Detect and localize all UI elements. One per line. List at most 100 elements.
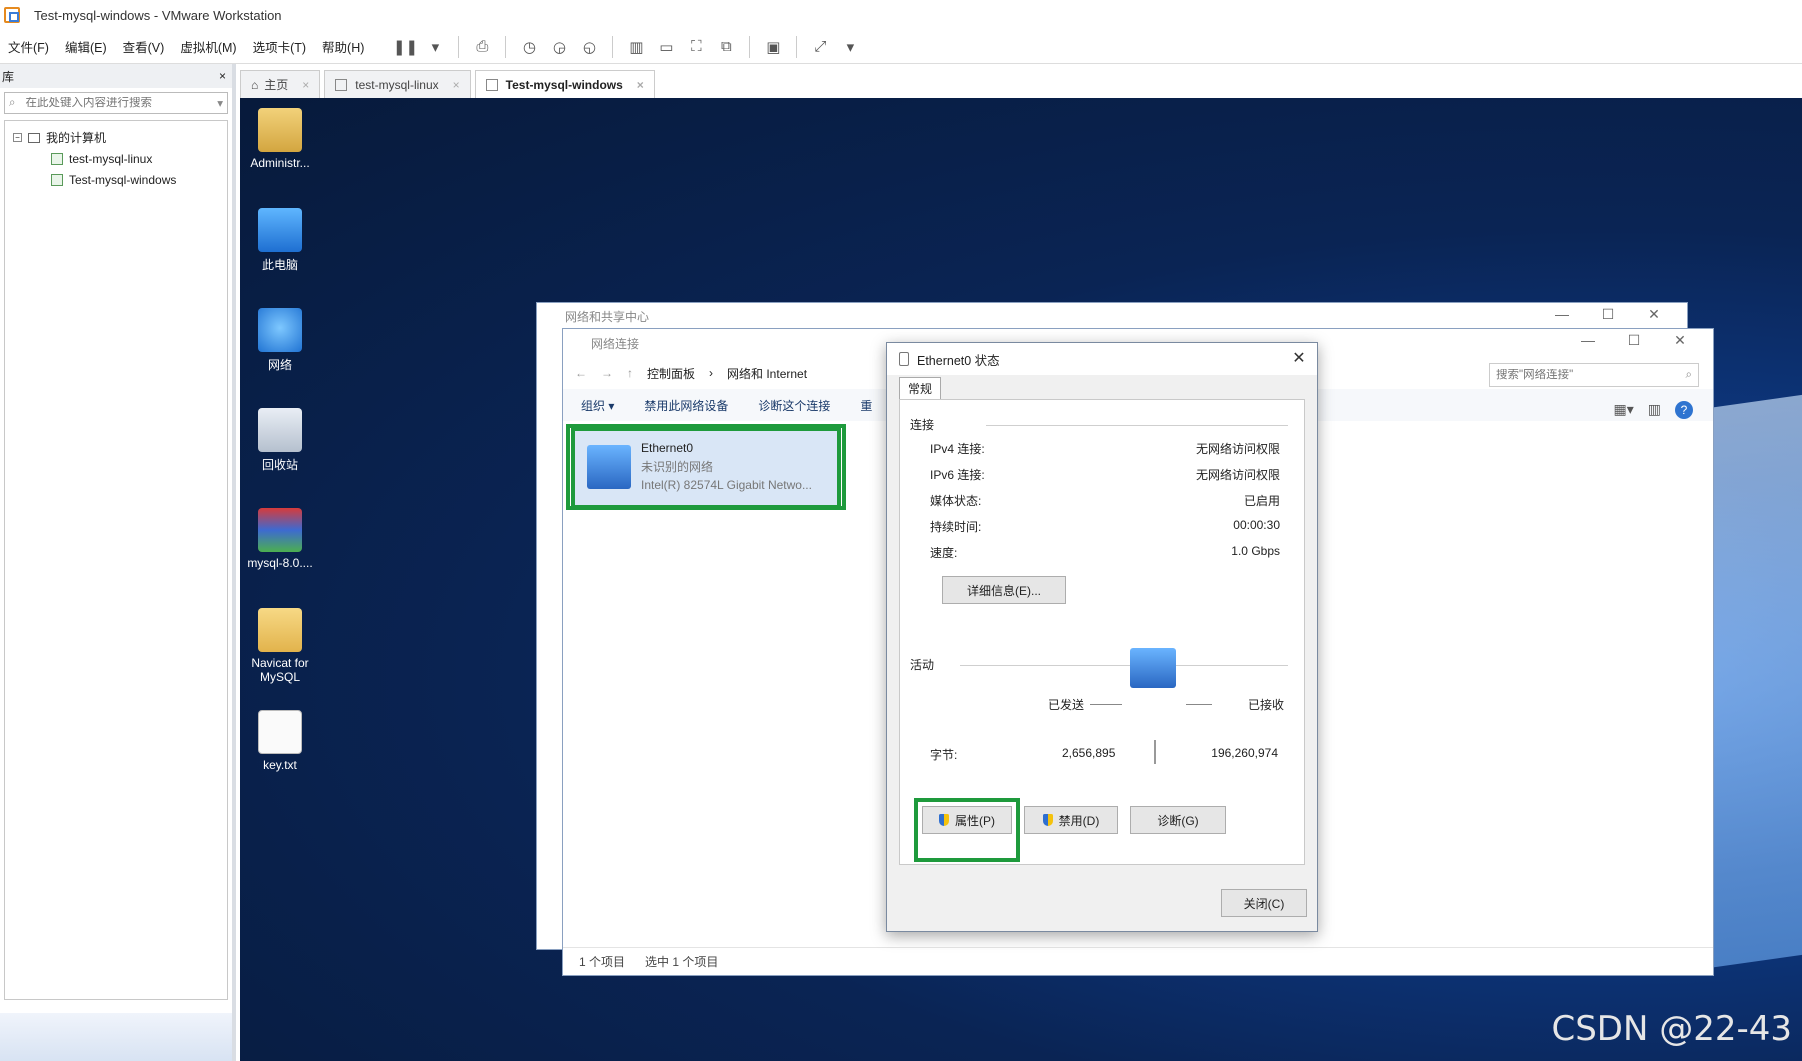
toolbar-separator bbox=[458, 35, 460, 58]
stretch-icon[interactable]: ⤢ bbox=[809, 36, 831, 58]
rename-button[interactable]: 重 bbox=[860, 397, 872, 414]
revert-snapshot-icon[interactable]: ◶ bbox=[548, 36, 570, 58]
menu-edit[interactable]: 编辑(E) bbox=[65, 37, 107, 56]
desktop-icon-administrator[interactable]: Administr... bbox=[240, 108, 320, 170]
dialog-panel: 连接 IPv4 连接: 无网络访问权限 IPv6 连接: 无网络访问权限 媒体状… bbox=[899, 399, 1305, 865]
menu-file[interactable]: 文件(F) bbox=[8, 37, 49, 56]
desktop-icon-navicat[interactable]: Navicat for MySQL bbox=[240, 608, 320, 684]
sent-label: 已发送 bbox=[1048, 698, 1085, 712]
dialog-titlebar: Ethernet0 状态 bbox=[887, 343, 1317, 375]
library-view-icon[interactable]: ▥ bbox=[625, 36, 647, 58]
desktop-icon-mysql[interactable]: mysql-8.0.... bbox=[240, 508, 320, 570]
organize-button[interactable]: 组织 ▾ bbox=[581, 397, 614, 414]
details-button[interactable]: 详细信息(E)... bbox=[942, 576, 1066, 604]
console-icon[interactable]: ▣ bbox=[762, 36, 784, 58]
winrar-icon bbox=[258, 508, 302, 552]
desktop-icon-label: key.txt bbox=[263, 758, 297, 772]
library-footer bbox=[0, 1013, 232, 1061]
close-icon[interactable]: × bbox=[302, 78, 309, 92]
tab-home[interactable]: ⌂ 主页 × bbox=[240, 70, 321, 98]
ethernet-status-dialog[interactable]: Ethernet0 状态 ✕ 常规 连接 IPv4 连接: 无网络访问权限 IP… bbox=[886, 342, 1318, 932]
tree-item-my-computer[interactable]: − 我的计算机 bbox=[5, 127, 227, 148]
dropdown-icon[interactable]: ▾ bbox=[424, 36, 446, 58]
row-ipv6: IPv6 连接: 无网络访问权限 bbox=[930, 466, 1280, 486]
vm-icon bbox=[485, 78, 498, 91]
diagnose-connection-button[interactable]: 诊断这个连接 bbox=[758, 397, 830, 414]
row-value: 1.0 Gbps bbox=[1231, 544, 1280, 558]
network-search-input[interactable] bbox=[1496, 369, 1686, 381]
maximize-icon[interactable]: ☐ bbox=[1585, 306, 1631, 323]
stretch-dropdown-icon[interactable]: ▾ bbox=[839, 36, 861, 58]
window-title: Test-mysql-windows - VMware Workstation bbox=[34, 7, 282, 23]
forward-icon[interactable]: → bbox=[601, 366, 613, 380]
disable-button[interactable]: 禁用(D) bbox=[1024, 806, 1118, 834]
library-search-input[interactable] bbox=[25, 97, 218, 109]
folder-icon bbox=[258, 608, 302, 652]
desktop-icon-this-pc[interactable]: 此电脑 bbox=[240, 208, 320, 273]
close-icon[interactable]: ✕ bbox=[1657, 332, 1703, 349]
tab-vm-linux[interactable]: test-mysql-linux × bbox=[324, 70, 471, 98]
library-close-icon[interactable]: × bbox=[219, 69, 226, 83]
menu-tabs[interactable]: 选项卡(T) bbox=[253, 37, 306, 56]
diagnose-button[interactable]: 诊断(G) bbox=[1130, 806, 1226, 834]
pause-icon[interactable]: ❚❚ bbox=[393, 36, 418, 58]
disable-device-button[interactable]: 禁用此网络设备 bbox=[644, 397, 728, 414]
collapse-icon[interactable]: − bbox=[13, 133, 22, 142]
breadcrumb-item[interactable]: 网络和 Internet bbox=[727, 365, 807, 382]
thumbnail-view-icon[interactable]: ▭ bbox=[655, 36, 677, 58]
desktop-icon-key-txt[interactable]: key.txt bbox=[240, 710, 320, 772]
toolbar-separator bbox=[796, 35, 798, 58]
maximize-icon[interactable]: ☐ bbox=[1611, 332, 1657, 349]
adapter-highlight-box bbox=[566, 424, 846, 510]
snapshot-icon[interactable]: ◷ bbox=[518, 36, 540, 58]
row-duration: 持续时间: 00:00:30 bbox=[930, 518, 1280, 538]
tree-item-vm-windows[interactable]: Test-mysql-windows bbox=[5, 169, 227, 190]
search-icon: ⌕ bbox=[1685, 368, 1692, 381]
close-icon[interactable]: × bbox=[637, 78, 644, 92]
network-icon bbox=[258, 308, 302, 352]
window-titlebar: 网络和共享中心 bbox=[537, 303, 1687, 329]
close-icon[interactable]: ✕ bbox=[1287, 347, 1311, 371]
library-header: 库 × bbox=[0, 64, 232, 88]
group-divider bbox=[960, 665, 1288, 666]
tab-vm-windows[interactable]: Test-mysql-windows × bbox=[474, 70, 655, 98]
minimize-icon[interactable]: — bbox=[1565, 332, 1611, 349]
unity-icon[interactable]: ⧉ bbox=[715, 36, 737, 58]
row-label: 速度: bbox=[930, 546, 958, 560]
desktop-icon-recycle-bin[interactable]: 回收站 bbox=[240, 408, 320, 473]
close-icon[interactable]: ✕ bbox=[1631, 306, 1677, 323]
preview-pane-icon[interactable]: ▥ bbox=[1648, 401, 1661, 419]
up-icon[interactable]: ↑ bbox=[627, 366, 633, 380]
snapshot-manager-icon[interactable]: ◵ bbox=[578, 36, 600, 58]
vm-icon bbox=[51, 152, 63, 165]
fullscreen-icon[interactable]: ⛶ bbox=[685, 36, 707, 58]
help-icon[interactable]: ? bbox=[1675, 401, 1693, 419]
back-icon[interactable]: ← bbox=[575, 366, 587, 380]
close-button[interactable]: 关闭(C) bbox=[1221, 889, 1307, 917]
tree-item-label: test-mysql-linux bbox=[69, 151, 153, 166]
close-icon[interactable]: × bbox=[453, 78, 460, 92]
vm-icon bbox=[335, 78, 348, 91]
row-value: 无网络访问权限 bbox=[1195, 468, 1280, 482]
toolbar-separator bbox=[749, 35, 751, 58]
desktop-icon-label: Navicat for MySQL bbox=[251, 656, 309, 684]
breadcrumb-item[interactable]: 控制面板 bbox=[647, 365, 695, 382]
desktop-icon-network[interactable]: 网络 bbox=[240, 308, 320, 373]
send-keys-icon[interactable]: ⎙ bbox=[471, 36, 493, 58]
dialog-title: Ethernet0 状态 bbox=[917, 353, 1000, 368]
row-label: 媒体状态: bbox=[930, 494, 982, 508]
menu-help[interactable]: 帮助(H) bbox=[322, 37, 364, 56]
menu-vm[interactable]: 虚拟机(M) bbox=[180, 37, 236, 56]
search-icon: ⌕ bbox=[9, 96, 16, 109]
minimize-icon[interactable]: — bbox=[1539, 306, 1585, 323]
tab-general[interactable]: 常规 bbox=[899, 377, 942, 399]
tree-item-vm-linux[interactable]: test-mysql-linux bbox=[5, 148, 227, 169]
change-view-icon[interactable]: ▦▾ bbox=[1614, 401, 1634, 419]
tree-item-label: Test-mysql-windows bbox=[69, 172, 177, 187]
chevron-down-icon[interactable]: ▾ bbox=[217, 96, 223, 110]
home-icon: ⌂ bbox=[251, 77, 259, 92]
menu-view[interactable]: 查看(V) bbox=[123, 37, 165, 56]
user-folder-icon bbox=[258, 108, 302, 152]
watermark: CSDN @22-43 bbox=[1551, 1009, 1792, 1049]
window-controls: — ☐ ✕ bbox=[1539, 306, 1677, 323]
